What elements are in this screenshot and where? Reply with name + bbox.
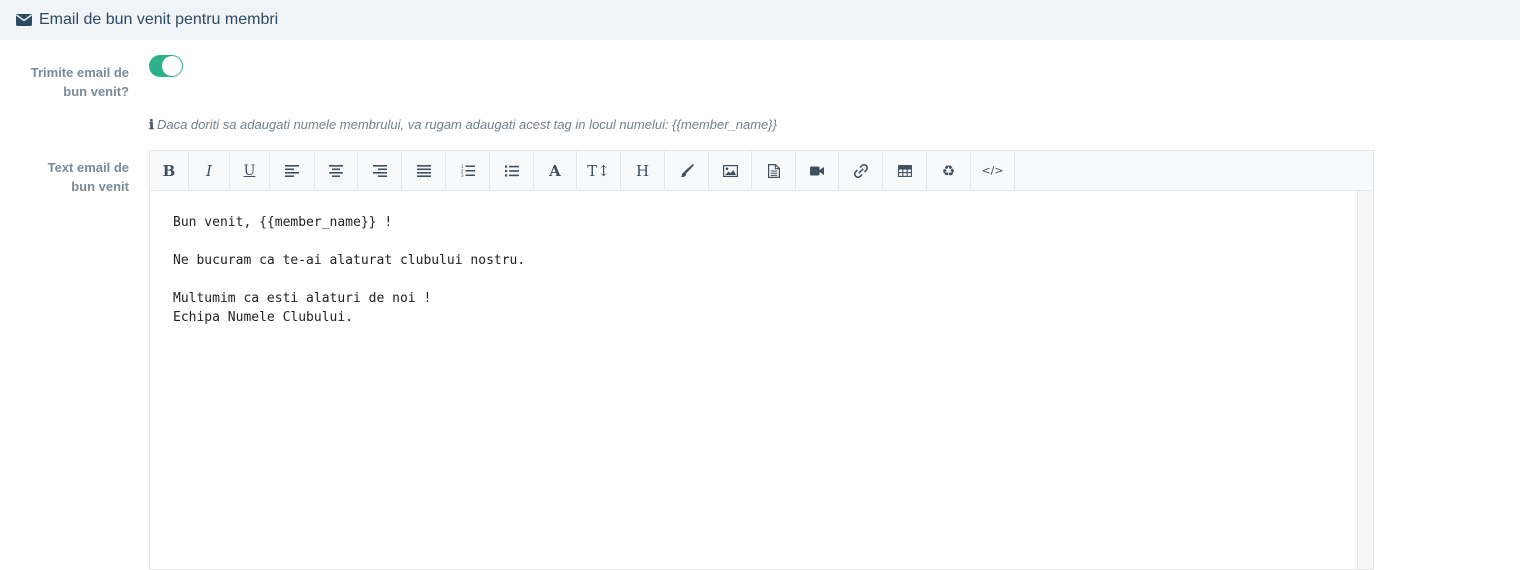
align-center-button[interactable] (315, 151, 358, 190)
link-icon (853, 163, 868, 178)
underline-icon: U (243, 162, 256, 179)
font-size-button[interactable]: T↕ (577, 151, 621, 190)
code-view-button[interactable]: </> (971, 151, 1015, 190)
editor-toolbar: B I U 123 A T↕ H ♻ </> (150, 151, 1373, 191)
content-line (173, 232, 1334, 251)
ordered-list-icon: 123 (461, 164, 475, 177)
member-name-hint: ℹ Daca doriti sa adaugati numele membrulu… (149, 117, 777, 133)
unordered-list-icon (504, 165, 519, 177)
align-left-icon (285, 164, 299, 177)
clear-format-button[interactable]: ♻ (927, 151, 971, 190)
send-welcome-label: Trimite email de bun venit? (0, 63, 129, 101)
insert-table-button[interactable] (883, 151, 927, 190)
align-justify-icon (416, 164, 431, 177)
insert-video-button[interactable] (796, 151, 839, 190)
ordered-list-button[interactable]: 123 (446, 151, 490, 190)
heading-icon: H (635, 161, 650, 180)
content-line: Echipa Numele Clubului. (173, 310, 354, 325)
align-right-button[interactable] (358, 151, 402, 190)
content-line: Multumim ca esti alaturi de noi ! (173, 291, 432, 306)
insert-link-button[interactable] (839, 151, 883, 190)
bold-icon: B (162, 161, 176, 180)
underline-button[interactable]: U (230, 151, 270, 190)
italic-button[interactable]: I (189, 151, 230, 190)
font-color-icon: A (549, 161, 561, 180)
hint-text: Daca doriti sa adaugati numele membrului… (156, 117, 777, 132)
send-welcome-label-line2: bun venit? (63, 84, 129, 99)
align-justify-button[interactable] (402, 151, 446, 190)
bold-button[interactable]: B (150, 151, 189, 190)
image-icon (722, 164, 738, 177)
video-icon (810, 166, 824, 176)
align-center-icon (329, 164, 343, 177)
info-icon: ℹ (149, 117, 154, 132)
align-left-button[interactable] (270, 151, 315, 190)
heading-button[interactable]: H (621, 151, 665, 190)
rich-text-editor: B I U 123 A T↕ H ♻ </> Bun venit, {{memb… (149, 150, 1374, 570)
code-view-icon: </> (981, 164, 1004, 177)
unordered-list-button[interactable] (490, 151, 534, 190)
font-size-icon: T↕ (587, 161, 610, 180)
align-right-icon (372, 164, 387, 177)
email-text-label-line2: bun venit (71, 179, 129, 194)
insert-file-button[interactable] (752, 151, 796, 190)
content-line: Bun venit, {{member_name}} ! (173, 215, 393, 230)
content-line: Ne bucuram ca te-ai alaturat clubului no… (173, 253, 526, 268)
recycle-icon: ♻ (941, 161, 956, 180)
toggle-knob (162, 56, 182, 76)
svg-text:3: 3 (461, 173, 464, 177)
font-color-button[interactable]: A (534, 151, 577, 190)
content-line (173, 270, 1334, 289)
email-text-label: Text email de bun venit (0, 158, 129, 196)
editor-scrollbar[interactable] (1357, 191, 1373, 569)
email-text-label-line1: Text email de (47, 160, 129, 175)
editor-content[interactable]: Bun venit, {{member_name}} ! Ne bucuram … (150, 191, 1357, 569)
file-icon (767, 163, 780, 178)
panel-header: Email de bun venit pentru membri (0, 0, 1520, 40)
panel-title: Email de bun venit pentru membri (39, 11, 279, 28)
envelope-icon (16, 14, 32, 26)
italic-icon: I (206, 161, 212, 180)
insert-image-button[interactable] (709, 151, 752, 190)
paint-brush-icon (680, 163, 694, 178)
table-icon (897, 164, 912, 177)
send-welcome-label-line1: Trimite email de (30, 65, 129, 80)
paint-brush-button[interactable] (665, 151, 709, 190)
send-welcome-toggle[interactable] (149, 55, 183, 77)
